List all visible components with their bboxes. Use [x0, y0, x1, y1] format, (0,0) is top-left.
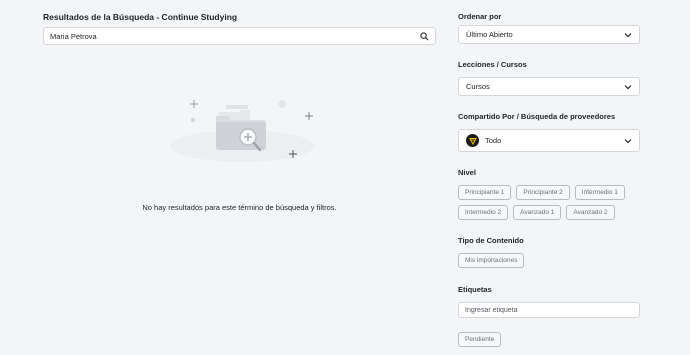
level-chip[interactable]: Intermedio 2: [458, 205, 509, 220]
empty-folder-search-illustration: [160, 90, 320, 170]
lessons-value: Cursos: [466, 82, 490, 91]
sort-select[interactable]: Último Abierto: [458, 25, 640, 44]
level-chip[interactable]: Avanzado 1: [513, 205, 562, 220]
shared-select[interactable]: Todo: [458, 129, 640, 152]
lessons-label: Lecciones / Cursos: [458, 60, 527, 69]
tag-chips: Pendiente: [458, 332, 641, 347]
content-type-chip[interactable]: Mis importaciones: [458, 253, 525, 268]
chevron-down-icon: [624, 84, 632, 89]
chevron-down-icon: [624, 138, 632, 143]
chevron-down-icon: [624, 32, 632, 37]
sort-label: Ordenar por: [458, 12, 502, 21]
shared-label: Compartido Por / Búsqueda de proveedores: [458, 112, 616, 121]
search-title: Resultados de la Búsqueda - Continue Stu…: [43, 12, 238, 22]
level-chips: Principiante 1 Principiante 2 Intermedio…: [458, 185, 641, 220]
level-label: Nivel: [458, 168, 476, 177]
search-bar[interactable]: [43, 27, 436, 45]
shared-value: Todo: [485, 136, 502, 145]
level-chip[interactable]: Principiante 2: [516, 185, 570, 200]
level-chip[interactable]: Intermedio 1: [574, 185, 625, 200]
level-chip[interactable]: Avanzado 2: [566, 205, 615, 220]
sort-value: Último Abierto: [466, 30, 513, 39]
tag-input[interactable]: Ingresar etiqueta: [458, 302, 640, 318]
search-icon[interactable]: [419, 31, 429, 41]
content-type-label: Tipo de Contenido: [458, 236, 524, 245]
lessons-select[interactable]: Cursos: [458, 77, 640, 96]
brand-logo-icon: [466, 134, 479, 147]
content-type-chips: Mis importaciones: [458, 253, 641, 268]
empty-state-message: No hay resultados para este término de b…: [142, 203, 337, 212]
search-input[interactable]: [50, 31, 419, 41]
tag-chip[interactable]: Pendiente: [458, 332, 502, 347]
level-chip[interactable]: Principiante 1: [458, 185, 512, 200]
tags-label: Etiquetas: [458, 285, 492, 294]
